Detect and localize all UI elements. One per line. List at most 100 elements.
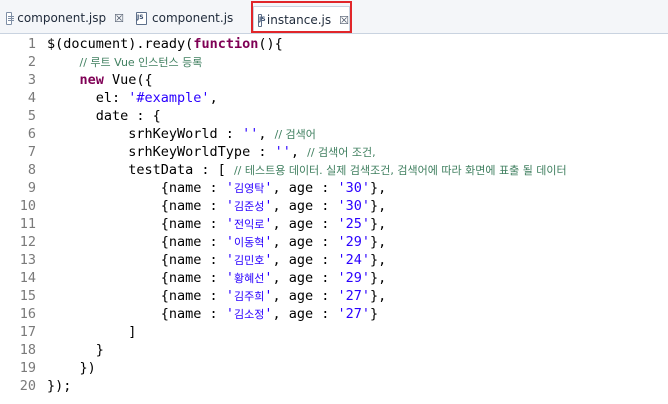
tab-instance-js[interactable]: instance.js ☒ bbox=[253, 6, 350, 33]
code-token: // 테스트용 데이터. 실제 검색조건, 검색어에 따라 화면에 표출 될 데… bbox=[233, 164, 567, 177]
code-token: $(document).ready( bbox=[47, 36, 194, 52]
code-token: } bbox=[47, 342, 104, 358]
code-token: ' bbox=[225, 306, 234, 322]
code-token: el: bbox=[47, 90, 129, 106]
js-file-icon bbox=[258, 13, 265, 27]
code-token: ' bbox=[225, 198, 234, 214]
code-text: date : { bbox=[47, 107, 161, 126]
code-line[interactable]: 8 testData : [ // 테스트용 데이터. 실제 검색조건, 검색어… bbox=[0, 161, 668, 180]
line-number: 6 bbox=[27, 126, 36, 142]
code-token: 김소정 bbox=[233, 308, 265, 321]
code-line[interactable]: 11 {name : '전익로', age : '25'}, bbox=[0, 215, 668, 234]
code-text: {name : '황혜선', age : '29'}, bbox=[47, 269, 387, 288]
code-token: '30' bbox=[337, 198, 371, 214]
tab-label: component.jsp bbox=[17, 11, 107, 25]
code-token: }, bbox=[370, 180, 387, 196]
code-token: , bbox=[258, 126, 275, 142]
code-token: 김준성 bbox=[233, 200, 265, 213]
jsp-file-icon bbox=[6, 11, 15, 25]
line-number: 12 bbox=[19, 234, 36, 250]
close-icon[interactable]: ☒ bbox=[339, 14, 349, 27]
code-line[interactable]: 16 {name : '김소정', age : '27'} bbox=[0, 305, 668, 324]
code-line[interactable]: 14 {name : '황혜선', age : '29'}, bbox=[0, 269, 668, 288]
code-token: ' bbox=[225, 270, 234, 286]
code-token: 이동혁 bbox=[233, 236, 265, 249]
code-line[interactable]: 4 el: '#example', bbox=[0, 89, 668, 108]
line-number: 7 bbox=[27, 144, 36, 160]
code-token: {name : bbox=[47, 234, 226, 250]
code-token: 전익로 bbox=[233, 218, 265, 231]
code-token: '#example' bbox=[128, 90, 210, 106]
tab-component-jsp[interactable]: component.jsp ☒ bbox=[2, 6, 124, 30]
code-token: ' bbox=[225, 234, 234, 250]
code-line[interactable]: 17 ] bbox=[0, 323, 668, 342]
code-text: }) bbox=[47, 359, 96, 378]
code-line[interactable]: 1 $(document).ready(function(){ bbox=[0, 35, 668, 54]
code-line[interactable]: 15 {name : '김주희', age : '27'}, bbox=[0, 287, 668, 306]
code-token: {name : bbox=[47, 270, 226, 286]
code-text: $(document).ready(function(){ bbox=[47, 35, 283, 54]
line-number: 16 bbox=[19, 306, 36, 322]
code-line[interactable]: 6 srhKeyWorld : '', // 검색어 bbox=[0, 125, 668, 144]
code-token: testData : [ bbox=[47, 162, 234, 178]
close-icon[interactable]: ☒ bbox=[114, 12, 124, 25]
code-token: } bbox=[370, 306, 379, 322]
code-token: {name : bbox=[47, 216, 226, 232]
line-number: 14 bbox=[19, 270, 36, 286]
code-text: ] bbox=[47, 323, 136, 342]
code-text: {name : '이동혁', age : '29'}, bbox=[47, 233, 387, 252]
code-token: '' bbox=[242, 126, 259, 142]
code-token: ' bbox=[225, 252, 234, 268]
code-token: '27' bbox=[337, 288, 371, 304]
line-number: 17 bbox=[19, 324, 36, 340]
code-line[interactable]: 7 srhKeyWorldType : '', // 검색어 조건, bbox=[0, 143, 668, 162]
code-token: ] bbox=[47, 324, 137, 340]
code-line[interactable]: 19 }) bbox=[0, 359, 668, 378]
line-number: 4 bbox=[27, 90, 36, 106]
code-line[interactable]: 9 {name : '김영탁', age : '30'}, bbox=[0, 179, 668, 198]
code-text: }); bbox=[47, 377, 71, 396]
code-token: }, bbox=[370, 270, 387, 286]
code-editor[interactable]: 1 $(document).ready(function(){2 // 루트 Vu… bbox=[0, 34, 668, 404]
code-token: }, bbox=[370, 288, 387, 304]
code-text: {name : '김준성', age : '30'}, bbox=[47, 197, 387, 216]
code-line[interactable]: 10 {name : '김준성', age : '30'}, bbox=[0, 197, 668, 216]
code-text: srhKeyWorldType : '', // 검색어 조건, bbox=[47, 143, 375, 162]
code-text: {name : '김소정', age : '27'} bbox=[47, 305, 378, 324]
code-token: {name : bbox=[47, 180, 226, 196]
code-token: function bbox=[193, 36, 259, 52]
code-text: el: '#example', bbox=[47, 89, 218, 108]
code-line[interactable]: 5 date : { bbox=[0, 107, 668, 126]
code-text: {name : '김민호', age : '24'}, bbox=[47, 251, 387, 270]
code-token: {name : bbox=[47, 252, 226, 268]
line-number: 9 bbox=[27, 180, 36, 196]
code-line[interactable]: 13 {name : '김민호', age : '24'}, bbox=[0, 251, 668, 270]
code-text: {name : '전익로', age : '25'}, bbox=[47, 215, 387, 234]
code-token: ' bbox=[225, 180, 234, 196]
code-token: }) bbox=[47, 360, 96, 376]
line-number: 3 bbox=[27, 72, 36, 88]
line-number: 15 bbox=[19, 288, 36, 304]
code-token: srhKeyWorldType : bbox=[47, 144, 275, 160]
code-token: 김민호 bbox=[233, 254, 265, 267]
code-line[interactable]: 18 } bbox=[0, 341, 668, 360]
code-token: , age : bbox=[272, 234, 338, 250]
code-line[interactable]: 2 // 루트 Vue 인스턴스 등록 bbox=[0, 53, 668, 72]
code-token: (){ bbox=[258, 36, 283, 52]
code-token: , age : bbox=[272, 306, 338, 322]
tab-label: component.js bbox=[152, 11, 234, 25]
code-token: '27' bbox=[337, 306, 371, 322]
code-token: '30' bbox=[337, 180, 371, 196]
code-token: '' bbox=[274, 144, 291, 160]
code-token: , age : bbox=[272, 270, 338, 286]
code-token: }, bbox=[370, 216, 387, 232]
code-line[interactable]: 20}); bbox=[0, 377, 668, 396]
tab-component-js[interactable]: component.js bbox=[132, 6, 242, 30]
code-line[interactable]: 12 {name : '이동혁', age : '29'}, bbox=[0, 233, 668, 252]
code-token: {name : bbox=[47, 288, 226, 304]
line-number: 19 bbox=[19, 360, 36, 376]
code-line[interactable]: 3 new Vue({ bbox=[0, 71, 668, 90]
code-text: {name : '김주희', age : '27'}, bbox=[47, 287, 387, 306]
code-token: 김영탁 bbox=[233, 182, 265, 195]
